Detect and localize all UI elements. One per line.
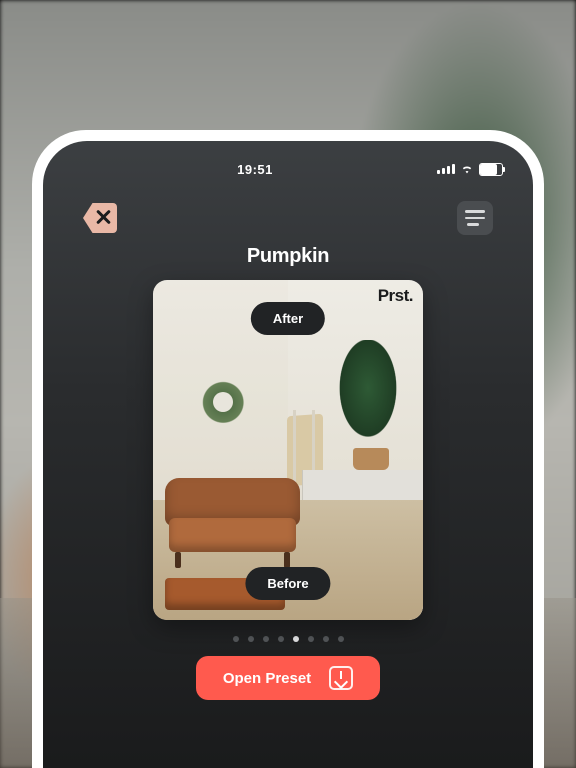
page-dot[interactable] bbox=[338, 636, 344, 642]
open-preset-label: Open Preset bbox=[223, 670, 311, 687]
status-time: 19:51 bbox=[73, 162, 437, 177]
app-screen: 19:51 Pumpkin bbox=[43, 141, 533, 768]
cellular-signal-icon bbox=[437, 164, 455, 174]
back-button[interactable] bbox=[83, 203, 117, 233]
preset-preview[interactable]: Prst. After Before bbox=[153, 280, 423, 620]
menu-icon bbox=[465, 210, 485, 213]
status-bar: 19:51 bbox=[43, 141, 533, 185]
open-preset-button[interactable]: Open Preset bbox=[196, 656, 380, 700]
menu-button[interactable] bbox=[457, 201, 493, 235]
page-indicator[interactable] bbox=[43, 636, 533, 642]
page-dot[interactable] bbox=[308, 636, 314, 642]
page-dot[interactable] bbox=[233, 636, 239, 642]
close-icon bbox=[94, 208, 112, 226]
preset-title: Pumpkin bbox=[43, 245, 533, 268]
status-indicators bbox=[437, 162, 503, 176]
page-dot[interactable] bbox=[278, 636, 284, 642]
page-dot[interactable] bbox=[323, 636, 329, 642]
top-actions bbox=[43, 185, 533, 245]
page-dot[interactable] bbox=[293, 636, 299, 642]
page-dot[interactable] bbox=[248, 636, 254, 642]
before-label: Before bbox=[245, 567, 330, 600]
brand-watermark: Prst. bbox=[378, 286, 413, 306]
page-dot[interactable] bbox=[263, 636, 269, 642]
after-label: After bbox=[251, 302, 325, 335]
battery-icon bbox=[479, 163, 503, 176]
device-frame: 19:51 Pumpkin bbox=[32, 130, 544, 768]
wifi-icon bbox=[460, 162, 474, 176]
download-icon bbox=[329, 666, 353, 690]
